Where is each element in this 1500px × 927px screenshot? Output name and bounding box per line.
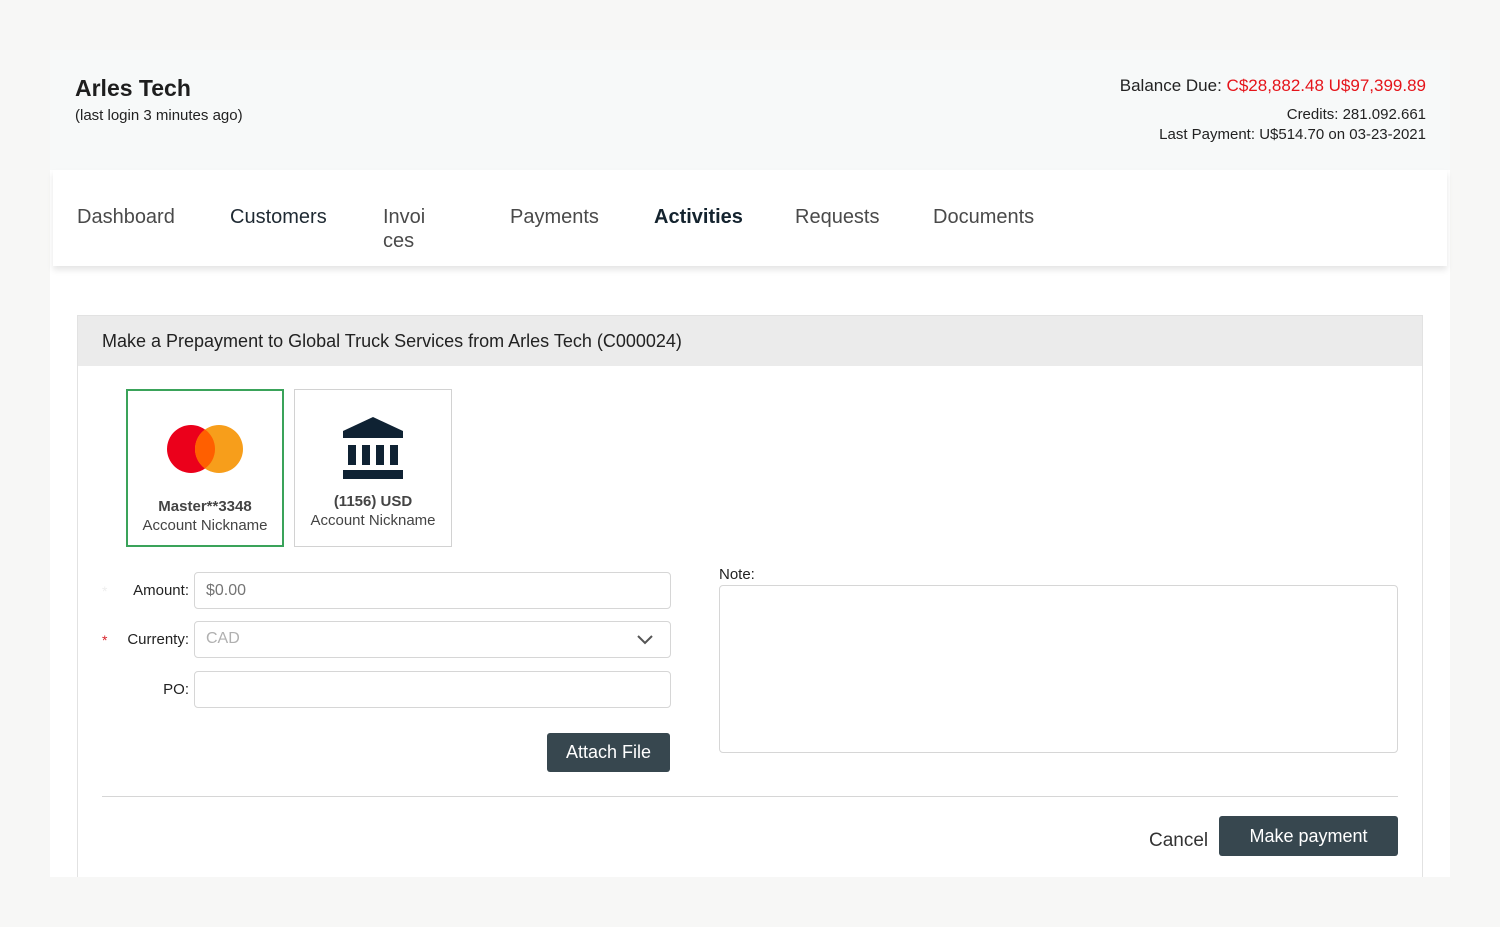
- tab-requests[interactable]: Requests: [795, 205, 880, 229]
- card-title: Make a Prepayment to Global Truck Servic…: [102, 331, 682, 351]
- bank-icon: [343, 417, 403, 479]
- tab-payments[interactable]: Payments: [510, 205, 599, 229]
- balance-label: Balance Due:: [1119, 76, 1227, 95]
- currency-select[interactable]: CAD: [194, 621, 671, 658]
- tab-dashboard[interactable]: Dashboard: [77, 205, 175, 229]
- note-label: Note:: [719, 566, 755, 583]
- make-payment-button[interactable]: Make payment: [1219, 816, 1398, 856]
- payment-method-bank[interactable]: (1156) USD Account Nickname: [294, 389, 452, 547]
- balance-amounts: C$28,882.48 U$97,399.89: [1226, 76, 1426, 95]
- last-payment: Last Payment: U$514.70 on 03-23-2021: [1159, 126, 1426, 143]
- payment-method-name: Master**3348: [158, 498, 252, 515]
- chevron-down-icon: [637, 635, 653, 645]
- tab-activities[interactable]: Activities: [654, 205, 743, 229]
- company-name: Arles Tech: [75, 75, 191, 101]
- payment-method-mastercard[interactable]: Master**3348 Account Nickname: [126, 389, 284, 547]
- card-header: Make a Prepayment to Global Truck Servic…: [78, 316, 1422, 366]
- balance-due: Balance Due: C$28,882.48 U$97,399.89: [1120, 76, 1426, 96]
- attach-file-button[interactable]: Attach File: [547, 733, 670, 772]
- main-nav: Dashboard Customers Invoi ces Payments A…: [53, 170, 1447, 266]
- required-marker: *: [102, 632, 108, 648]
- po-input[interactable]: [194, 671, 671, 708]
- cancel-button[interactable]: Cancel: [1149, 830, 1208, 852]
- note-textarea[interactable]: [719, 585, 1398, 753]
- tab-customers[interactable]: Customers: [230, 205, 327, 229]
- tab-documents[interactable]: Documents: [933, 205, 1034, 229]
- required-marker: *: [102, 583, 108, 599]
- payment-method-nickname: Account Nickname: [310, 512, 436, 529]
- tab-invoices[interactable]: Invoi ces: [383, 205, 443, 253]
- currency-value: CAD: [206, 630, 240, 647]
- last-login: (last login 3 minutes ago): [75, 107, 243, 124]
- amount-label: Amount:: [133, 582, 189, 599]
- divider: [102, 796, 1398, 797]
- currency-label: Currenty:: [127, 631, 189, 648]
- payment-method-name: (1156) USD: [333, 493, 413, 510]
- payment-method-nickname: Account Nickname: [142, 517, 268, 534]
- mastercard-icon: [167, 425, 243, 473]
- po-label: PO:: [163, 681, 189, 698]
- amount-input[interactable]: [194, 572, 671, 609]
- account-header: Arles Tech (last login 3 minutes ago) Ba…: [50, 50, 1450, 170]
- credits: Credits: 281.092.661: [1286, 106, 1426, 123]
